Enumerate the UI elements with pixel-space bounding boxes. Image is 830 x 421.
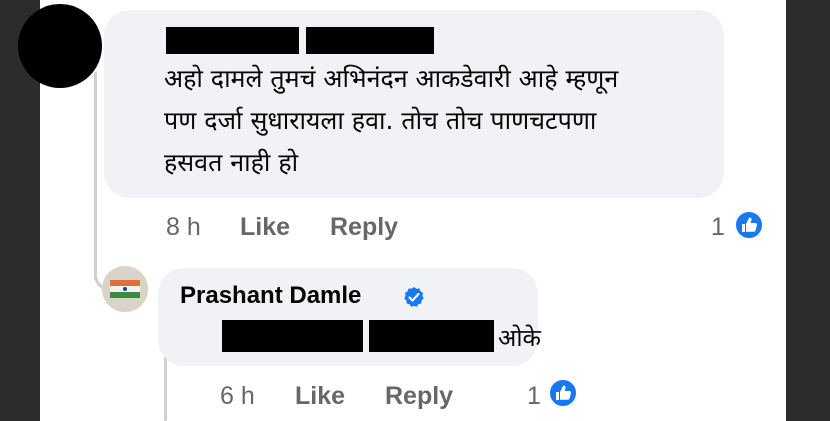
like-reaction-icon[interactable]	[548, 378, 578, 408]
reply-reaction-count[interactable]: 1	[527, 382, 541, 411]
reply-author-name[interactable]: Prashant Damle	[180, 282, 361, 310]
reply-timestamp[interactable]: 6 h	[220, 382, 255, 411]
reply-text: ओके	[498, 324, 541, 352]
comment-reply-button[interactable]: Reply	[330, 213, 398, 242]
like-reaction-icon[interactable]	[734, 210, 764, 240]
comment-reaction-count[interactable]: 1	[711, 213, 725, 242]
replier-avatar[interactable]	[102, 266, 148, 312]
comment-line: हसवत नाही हो	[164, 148, 299, 177]
flag-avatar-icon	[102, 266, 148, 312]
comment-line: पण दर्जा सुधारायला हवा. तोच तोच पाणचटपणा	[164, 106, 597, 135]
verified-badge-icon	[404, 287, 424, 307]
comment-timestamp[interactable]: 8 h	[166, 213, 201, 242]
redacted-name	[306, 27, 434, 54]
redacted-text	[369, 320, 494, 352]
comment-like-button[interactable]: Like	[240, 213, 290, 242]
comment-line: अहो दामले तुमचं अभिनंदन आकडेवारी आहे म्ह…	[164, 64, 619, 93]
redacted-text	[222, 320, 363, 352]
reply-like-button[interactable]: Like	[295, 382, 345, 411]
reply-reply-button[interactable]: Reply	[385, 382, 453, 411]
commenter-avatar[interactable]	[18, 4, 102, 88]
redacted-name	[166, 27, 299, 54]
